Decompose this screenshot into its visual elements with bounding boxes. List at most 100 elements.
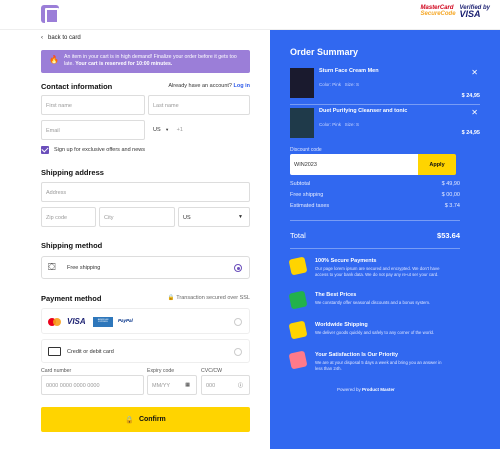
card-option[interactable]: Credit or debit card [41,339,250,363]
feature-title: Your Satisfaction Is Our Priority [315,352,399,358]
item-size: Size: S [344,122,360,127]
item-meta: Color: Pink Size: S [319,122,359,127]
country-code-select[interactable]: US [153,127,161,133]
city-input[interactable]: City [99,207,175,227]
visa-line2: VISA [459,9,481,19]
cvc-label: CVC/CW [201,368,223,374]
price-tag-icon [288,290,308,310]
wallet-option[interactable]: VISA AMERICAN EXPRESS PayPal [41,308,250,334]
discount-input[interactable]: WIN2023 [290,154,418,175]
chevron-left-icon: ‹ [41,35,43,41]
taxes-value: $ 3.74 [444,203,460,209]
total-value: $53.64 [437,231,460,240]
card-number-label: Card number [41,368,72,374]
divider [290,248,460,249]
credit-card-icon [48,347,61,356]
powered-brand: Product Master [362,387,395,392]
amex-icon: AMERICAN EXPRESS [93,317,113,327]
shipping-value: $ 00,00 [441,192,460,198]
mastercard-line2: SecureCode [420,11,456,17]
lock-icon: 🔒 [167,295,175,301]
confirm-label: Confirm [138,416,166,423]
confirm-button[interactable]: 🔒 Confirm [41,407,250,432]
feature-title: 100% Secure Payments [315,258,377,264]
card-option-label: Credit or debit card [67,349,114,355]
demand-alert: 🔥 An item in your cart is in high demand… [41,50,250,73]
item-name: Duet Purifying Cleanser and tonic [319,108,408,114]
total-row: Total $53.64 [290,231,460,240]
divider [290,104,480,105]
subtotal-row: Subtotal $ 49,90 [290,181,460,187]
signup-label: Sign up for exclusive offers and news [54,147,146,153]
expiry-input[interactable]: MM/YY ▦ [147,375,197,395]
login-link[interactable]: Log in [234,83,251,89]
shipping-option-label: Free shipping [67,265,101,271]
mastercard-icon-right [53,318,61,326]
lock-icon: 🔒 [125,416,134,424]
total-label: Total [290,231,306,240]
cvc-input[interactable]: 000 ⓘ [201,375,250,395]
info-icon: ⓘ [237,383,243,389]
shipping-label: Free shipping [290,192,324,198]
box-icon: ⛋ [48,262,56,273]
wallet-radio[interactable] [234,318,242,326]
cart-item: Duet Purifying Cleanser and tonic Color:… [290,108,480,142]
calendar-icon: ▦ [185,382,190,388]
free-shipping-option[interactable]: ⛋ Free shipping [41,256,250,279]
feature-desc: We are at your disposal 5 days a week an… [315,360,442,371]
signup-checkbox[interactable] [41,146,49,154]
item-meta: Color: Pink Size: S [319,82,359,87]
paypal-icon: PayPal [118,318,133,323]
secure-payment-icon [288,256,308,276]
first-name-input[interactable]: First name [41,95,145,115]
email-input[interactable]: Email [41,120,145,140]
close-icon[interactable]: ✕ [471,68,478,77]
expiry-label: Expiry code [147,368,175,374]
shipping-method-title: Shipping method [41,241,103,250]
item-price: $ 24,95 [461,93,480,99]
powered-prefix: Powered by [337,387,361,392]
heart-icon [288,350,308,370]
item-size: Size: S [344,82,360,87]
card-number-input[interactable]: 0000 0000 0000 0000 [41,375,144,395]
taxes-row: Estimated taxes $ 3.74 [290,203,460,209]
product-image [290,108,314,138]
item-name: Sturn Face Cream Men [319,68,379,74]
address-input[interactable]: Address [41,182,250,202]
last-name-input[interactable]: Last name [148,95,250,115]
expiry-placeholder: MM/YY [152,383,171,389]
feature-desc: Our page lorem ipsum are secured and enc… [315,266,440,277]
shipping-truck-icon [288,320,308,340]
contact-title: Contact information [41,82,113,91]
item-color: Color: Pink [319,82,342,87]
subtotal-value: $ 49,90 [441,181,460,187]
feature-title: The Best Prices [315,292,357,298]
verified-by-visa-badge: Verified by VISA [459,5,490,19]
close-icon[interactable]: ✕ [471,108,478,117]
brand-logo[interactable] [41,5,59,24]
security-badges: MasterCard SecureCode Verified by VISA [420,5,490,19]
card-radio[interactable] [234,348,242,356]
feature-desc: We constantly offer seasonal discounts a… [315,300,431,305]
item-price: $ 24,95 [461,130,480,136]
back-link[interactable]: ‹ back to card [41,35,81,41]
cart-item: Sturn Face Cream Men Color: Pink Size: S… [290,68,480,102]
apply-button[interactable]: Apply [418,154,456,175]
powered-by: Powered by Product Master [337,387,395,392]
order-summary-panel: Order Summary Sturn Face Cream Men Color… [270,30,500,449]
country-select[interactable]: US ▼ [178,207,250,227]
account-prompt: Already have an account? Log in [168,83,250,89]
phone-prefix: +1 [176,127,183,133]
country-value: US [183,215,191,221]
shipping-radio[interactable] [234,264,242,272]
feature-title: Worldwide Shipping [315,322,368,328]
zip-input[interactable]: Zip code [41,207,96,227]
payment-title: Payment method [41,294,102,303]
ssl-note-text: Transaction secured over SSL [176,295,250,301]
feature-desc: We deliver goods quickly and safely to a… [315,330,435,335]
product-image [290,68,314,98]
phone-field[interactable]: US ▼ +1 [148,120,250,140]
alert-bold-text: Your cart is reserved for 10:00 minutes. [75,61,173,67]
chevron-down-icon: ▼ [165,127,170,132]
taxes-label: Estimated taxes [290,203,330,209]
